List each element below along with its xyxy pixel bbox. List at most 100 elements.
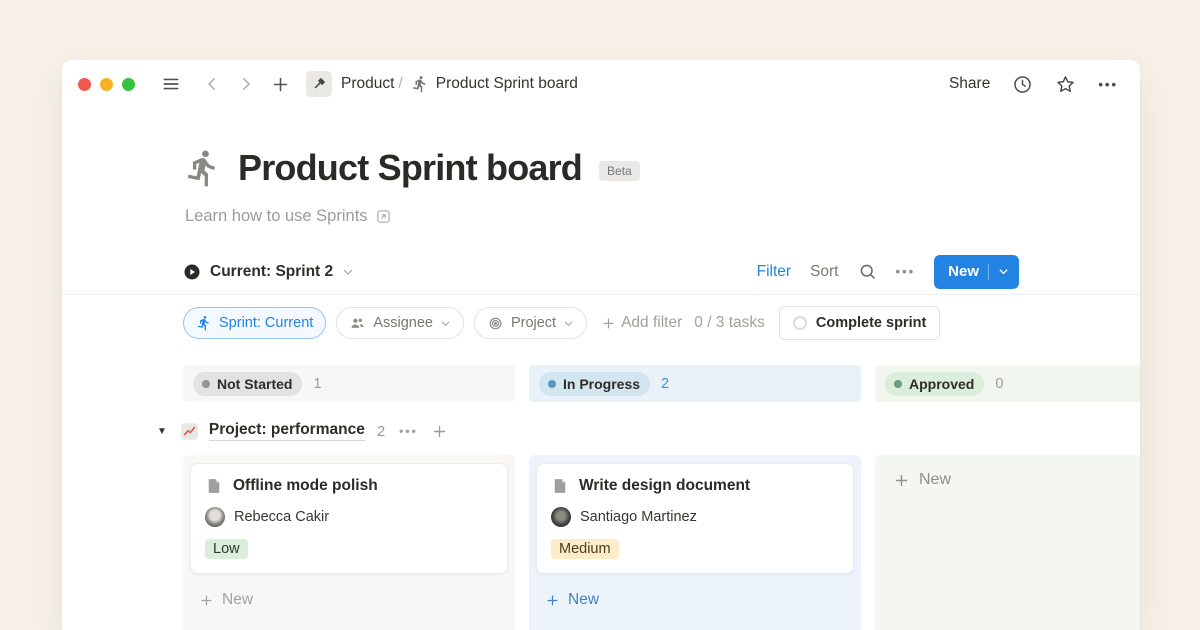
target-icon [487, 315, 504, 332]
group-options-icon[interactable]: ••• [399, 424, 418, 438]
sort-button[interactable]: Sort [810, 263, 838, 281]
add-card-label: New [222, 591, 253, 609]
window-topbar: Product / Product Sprint board Share ••• [62, 60, 1140, 108]
new-button-label: New [948, 263, 979, 280]
sprint-filter-chip[interactable]: Sprint: Current [183, 307, 326, 339]
card-title: Write design document [579, 477, 750, 495]
more-options-icon[interactable]: ••• [1098, 77, 1118, 92]
plus-icon [893, 472, 910, 489]
board-column-headers: Not Started 1 In Progress 2 Approved [183, 365, 1140, 402]
favorite-star-icon[interactable] [1055, 74, 1076, 95]
view-selector-label: Current: Sprint 2 [210, 263, 333, 281]
page-icon [551, 477, 569, 495]
breadcrumb-separator: / [398, 75, 402, 93]
status-label: In Progress [563, 376, 640, 392]
sprint-board: Not Started 1 In Progress 2 Approved [183, 365, 1140, 630]
page-header: Product Sprint board Beta [183, 147, 640, 189]
add-card-button[interactable]: New [536, 586, 854, 614]
close-button[interactable] [78, 78, 91, 91]
plus-icon [545, 593, 560, 608]
back-icon[interactable] [203, 75, 221, 93]
app-window: Product / Product Sprint board Share ••• [62, 60, 1140, 630]
plus-icon [601, 316, 616, 331]
share-button[interactable]: Share [949, 75, 990, 93]
chevron-down-icon [563, 318, 574, 329]
new-button[interactable]: New [934, 255, 1019, 289]
add-filter-button[interactable]: Add filter [601, 314, 682, 332]
task-card[interactable]: Write design document Santiago Martinez … [536, 463, 854, 574]
breadcrumb-current[interactable]: Product Sprint board [436, 75, 578, 93]
status-pill[interactable]: Not Started [193, 372, 302, 396]
runner-icon [411, 75, 429, 93]
status-label: Approved [909, 376, 974, 392]
assignee-filter-chip[interactable]: Assignee [336, 307, 464, 339]
view-options-icon[interactable]: ••• [896, 264, 916, 279]
add-filter-label: Add filter [621, 314, 682, 332]
forward-icon[interactable] [237, 75, 255, 93]
priority-tag: Low [205, 539, 248, 559]
chevron-down-icon [440, 318, 451, 329]
sprint-chip-label: Sprint: Current [219, 315, 313, 331]
new-page-icon[interactable] [271, 75, 290, 94]
avatar [551, 507, 571, 527]
beta-badge: Beta [599, 161, 640, 181]
status-dot-icon [548, 380, 556, 388]
add-card-label: New [919, 471, 951, 489]
column-count: 2 [661, 376, 669, 392]
status-pill[interactable]: Approved [885, 372, 984, 396]
column-header-in-progress: In Progress 2 [529, 365, 861, 402]
maximize-button[interactable] [122, 78, 135, 91]
chart-increasing-icon [179, 421, 200, 442]
runner-icon[interactable] [183, 148, 223, 188]
project-chip-label: Project [511, 315, 556, 331]
external-link-icon [375, 208, 392, 225]
status-dot-icon [202, 380, 210, 388]
assignee-name: Rebecca Cakir [234, 509, 329, 525]
button-divider [988, 264, 989, 280]
search-icon[interactable] [858, 262, 877, 281]
add-card-label: New [568, 591, 599, 609]
complete-sprint-button[interactable]: Complete sprint [779, 306, 940, 340]
minimize-button[interactable] [100, 78, 113, 91]
add-card-button[interactable]: New [190, 586, 508, 614]
avatar [205, 507, 225, 527]
runner-icon [196, 315, 212, 331]
column-header-approved: Approved 0 [875, 365, 1140, 402]
group-count: 2 [377, 423, 385, 440]
plus-icon [199, 593, 214, 608]
view-toolbar: Current: Sprint 2 Filter Sort ••• New [62, 249, 1140, 295]
group-label[interactable]: Project: performance [209, 421, 365, 441]
collapse-toggle-icon[interactable]: ▼ [157, 426, 167, 437]
play-circle-icon [183, 263, 201, 281]
progress-ring-icon [793, 316, 807, 330]
lane-not-started: Offline mode polish Rebecca Cakir Low Ne… [183, 455, 515, 630]
status-label: Not Started [217, 376, 292, 392]
help-link-label: Learn how to use Sprints [185, 207, 368, 226]
project-filter-chip[interactable]: Project [474, 307, 587, 339]
task-card[interactable]: Offline mode polish Rebecca Cakir Low [190, 463, 508, 574]
help-link[interactable]: Learn how to use Sprints [185, 207, 392, 226]
status-dot-icon [894, 380, 902, 388]
page-title[interactable]: Product Sprint board [238, 147, 582, 189]
column-header-not-started: Not Started 1 [183, 365, 515, 402]
card-title: Offline mode polish [233, 477, 378, 495]
assignee-name: Santiago Martinez [580, 509, 697, 525]
filter-button[interactable]: Filter [757, 263, 791, 281]
updates-clock-icon[interactable] [1012, 74, 1033, 95]
sprint-view-selector[interactable]: Current: Sprint 2 [183, 263, 354, 281]
status-pill[interactable]: In Progress [539, 372, 650, 396]
add-card-button[interactable]: New [887, 469, 1140, 491]
task-progress-label: 0 / 3 tasks [694, 314, 765, 332]
column-count: 1 [313, 376, 321, 392]
product-workspace-icon[interactable] [306, 71, 332, 97]
complete-sprint-label: Complete sprint [816, 315, 926, 331]
people-icon [349, 315, 366, 332]
chevron-down-icon [342, 266, 354, 278]
filter-bar: Sprint: Current Assignee Project Add fil… [183, 306, 940, 340]
lane-in-progress: Write design document Santiago Martinez … [529, 455, 861, 630]
assignee-chip-label: Assignee [373, 315, 433, 331]
group-add-icon[interactable] [431, 423, 448, 440]
chevron-down-icon [998, 266, 1009, 277]
breadcrumb-root[interactable]: Product [341, 75, 394, 93]
sidebar-menu-icon[interactable] [161, 74, 181, 94]
